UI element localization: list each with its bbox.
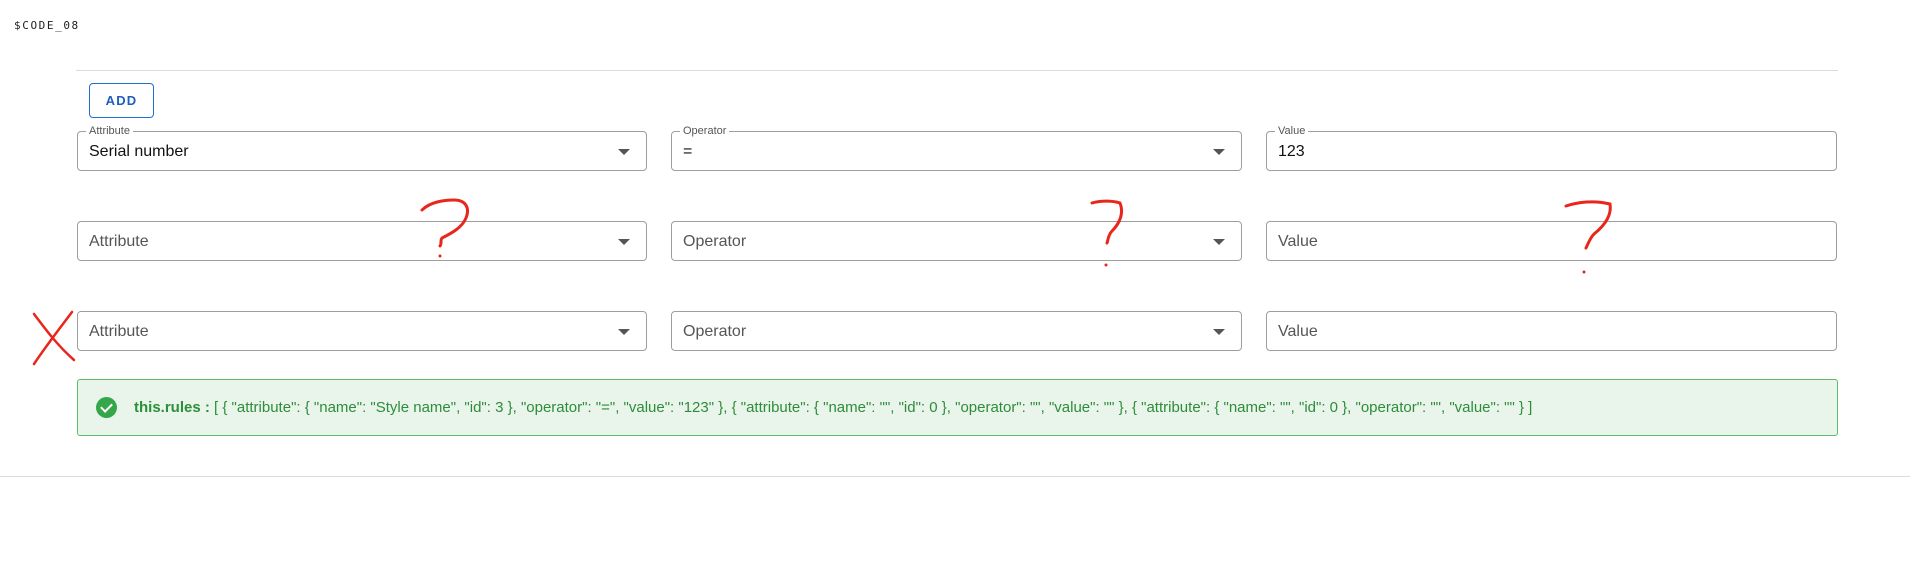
attribute-select-3[interactable]: Attribute xyxy=(77,311,647,351)
caret-down-icon[interactable] xyxy=(1213,329,1225,335)
attribute-select-2[interactable]: Attribute xyxy=(77,221,647,261)
bottom-divider xyxy=(0,476,1910,477)
operator-label: Operator xyxy=(680,124,730,138)
check-circle-icon xyxy=(96,397,117,418)
alert-rules-json: [ { "attribute": { "name": "Style name",… xyxy=(214,399,1533,416)
operator-select-1[interactable]: Operator = xyxy=(671,124,1242,171)
operator-select-3[interactable]: Operator xyxy=(671,311,1242,351)
top-divider xyxy=(76,70,1838,71)
operator-value: = xyxy=(683,143,693,160)
attribute-placeholder: Attribute xyxy=(89,323,149,340)
attribute-placeholder: Attribute xyxy=(89,233,149,250)
operator-placeholder: Operator xyxy=(683,323,747,340)
caret-down-icon[interactable] xyxy=(618,239,630,245)
attribute-value: Serial number xyxy=(89,143,189,160)
operator-placeholder: Operator xyxy=(683,233,747,250)
value-input-1[interactable]: Value 123 xyxy=(1266,124,1837,171)
value-label: Value xyxy=(1275,124,1309,138)
add-button[interactable]: ADD xyxy=(89,83,154,118)
value-input-2[interactable]: Value xyxy=(1266,221,1837,261)
value-placeholder: Value xyxy=(1278,323,1318,340)
caret-down-icon[interactable] xyxy=(1213,239,1225,245)
value-input-3[interactable]: Value xyxy=(1266,311,1837,351)
value-text: 123 xyxy=(1278,143,1305,160)
alert-key: this.rules : xyxy=(134,399,210,416)
value-placeholder: Value xyxy=(1278,233,1318,250)
caret-down-icon[interactable] xyxy=(618,329,630,335)
alert-text: this.rules : [ { "attribute": { "name": … xyxy=(134,399,1532,417)
cross-annotation xyxy=(32,310,76,366)
rules-alert: this.rules : [ { "attribute": { "name": … xyxy=(77,379,1838,436)
caret-down-icon[interactable] xyxy=(618,149,630,155)
caret-down-icon[interactable] xyxy=(1213,149,1225,155)
attribute-label: Attribute xyxy=(86,124,133,138)
operator-select-2[interactable]: Operator xyxy=(671,221,1242,261)
code-label: $CODE_08 xyxy=(14,19,80,32)
attribute-select-1[interactable]: Attribute Serial number xyxy=(77,124,647,171)
